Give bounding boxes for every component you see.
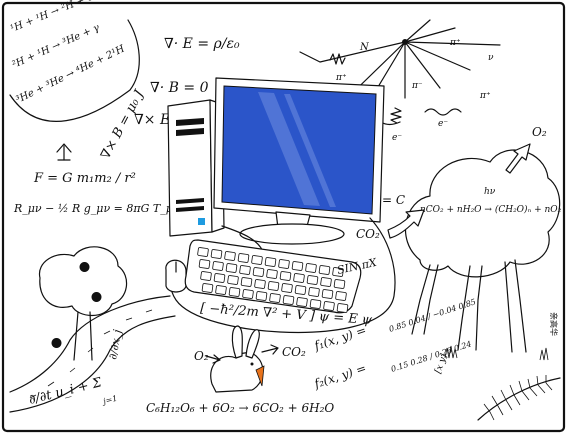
keyboard-key [306, 275, 319, 285]
maxwell-eq-1: ∇· E = ρ/ε₀ [164, 36, 240, 52]
keyboard-key [318, 265, 331, 275]
keyboard-key [210, 249, 223, 259]
keyboard-key [282, 295, 295, 305]
label-pi-minus-1: π⁻ [411, 81, 423, 91]
keyboard-key [321, 289, 334, 299]
tree-o2-label: O₂ [532, 125, 547, 139]
keyboard-key [308, 287, 320, 297]
keyboard-key [198, 259, 211, 269]
keyboard-key [293, 273, 305, 283]
co2-label: CO₂ [356, 227, 380, 241]
keyboard-key [228, 287, 241, 297]
keyboard-key [264, 257, 277, 267]
label-pi-plus-1: π⁺ [449, 38, 461, 48]
keyboard-key [227, 275, 239, 285]
keyboard-key [225, 263, 238, 273]
label-pi-plus-2: π⁺ [335, 73, 347, 83]
power-led [198, 218, 205, 225]
keyboard-key [242, 289, 254, 299]
keyboard-key [335, 291, 347, 301]
label-pi-plus-3: π⁺ [479, 91, 491, 101]
keyboard-key [239, 265, 251, 275]
keyboard-key [305, 263, 317, 273]
einstein-field-equation: R_μν − ½ R g_μν = 8πG T_μν [13, 202, 180, 215]
keyboard-key [320, 277, 332, 287]
maxwell-eq-3: ∇× E [134, 112, 170, 128]
science-computer-illustration: ¹H + ¹H → ²H + e⁺ + ν ²H + ¹H → ³He + γ … [1, 0, 566, 433]
artist-signature: 亲高华 [549, 312, 559, 336]
keyboard-key [197, 247, 209, 257]
keyboard-key [224, 251, 236, 261]
photosynthesis-hv: hν [484, 187, 496, 197]
keyboard-key [296, 297, 308, 307]
keyboard-key [237, 253, 250, 263]
rabbit-co2-label: CO₂ [282, 345, 306, 359]
keyboard-key [269, 293, 281, 303]
keyboard-key [255, 291, 268, 301]
fallen-apple-icon [51, 338, 62, 348]
maxwell-eq-2: ∇· B = 0 [150, 80, 209, 96]
respiration-equation: C₆H₁₂O₆ + 6O₂ → 6CO₂ + 6H₂O [146, 401, 334, 415]
keyboard-key [309, 299, 322, 309]
keyboard-key [251, 255, 263, 265]
newton-gravity: F = G m₁m₂ / r² [33, 171, 136, 186]
keyboard-key [267, 281, 280, 291]
keyboard-key [212, 261, 224, 271]
keyboard-key [291, 261, 304, 271]
keyboard-key [201, 283, 214, 293]
keyboard-key [281, 283, 293, 293]
mouse [165, 259, 187, 293]
keyboard-key [240, 277, 253, 287]
keyboard-key [254, 279, 266, 289]
label-e-minus-1: e⁻ [438, 119, 448, 129]
label-n-1: N [359, 42, 370, 53]
keyboard-key [215, 285, 227, 295]
keyboard-key [294, 285, 307, 295]
keyboard-key [252, 267, 265, 277]
label-nu: ν [488, 53, 494, 63]
photosynthesis-equation: nCO₂ + nH₂O → (CH₂O)ₙ + nO₂ [420, 204, 562, 215]
keyboard-key [278, 259, 290, 269]
monitor-screen [221, 85, 377, 215]
keyboard-key [213, 273, 226, 283]
keyboard-key [279, 271, 292, 281]
keyboard-key [333, 279, 346, 289]
keyboard-key [266, 269, 278, 279]
equals-c: = C [382, 193, 405, 207]
label-e-minus-2: e⁻ [392, 133, 402, 143]
keyboard-key [200, 271, 212, 281]
